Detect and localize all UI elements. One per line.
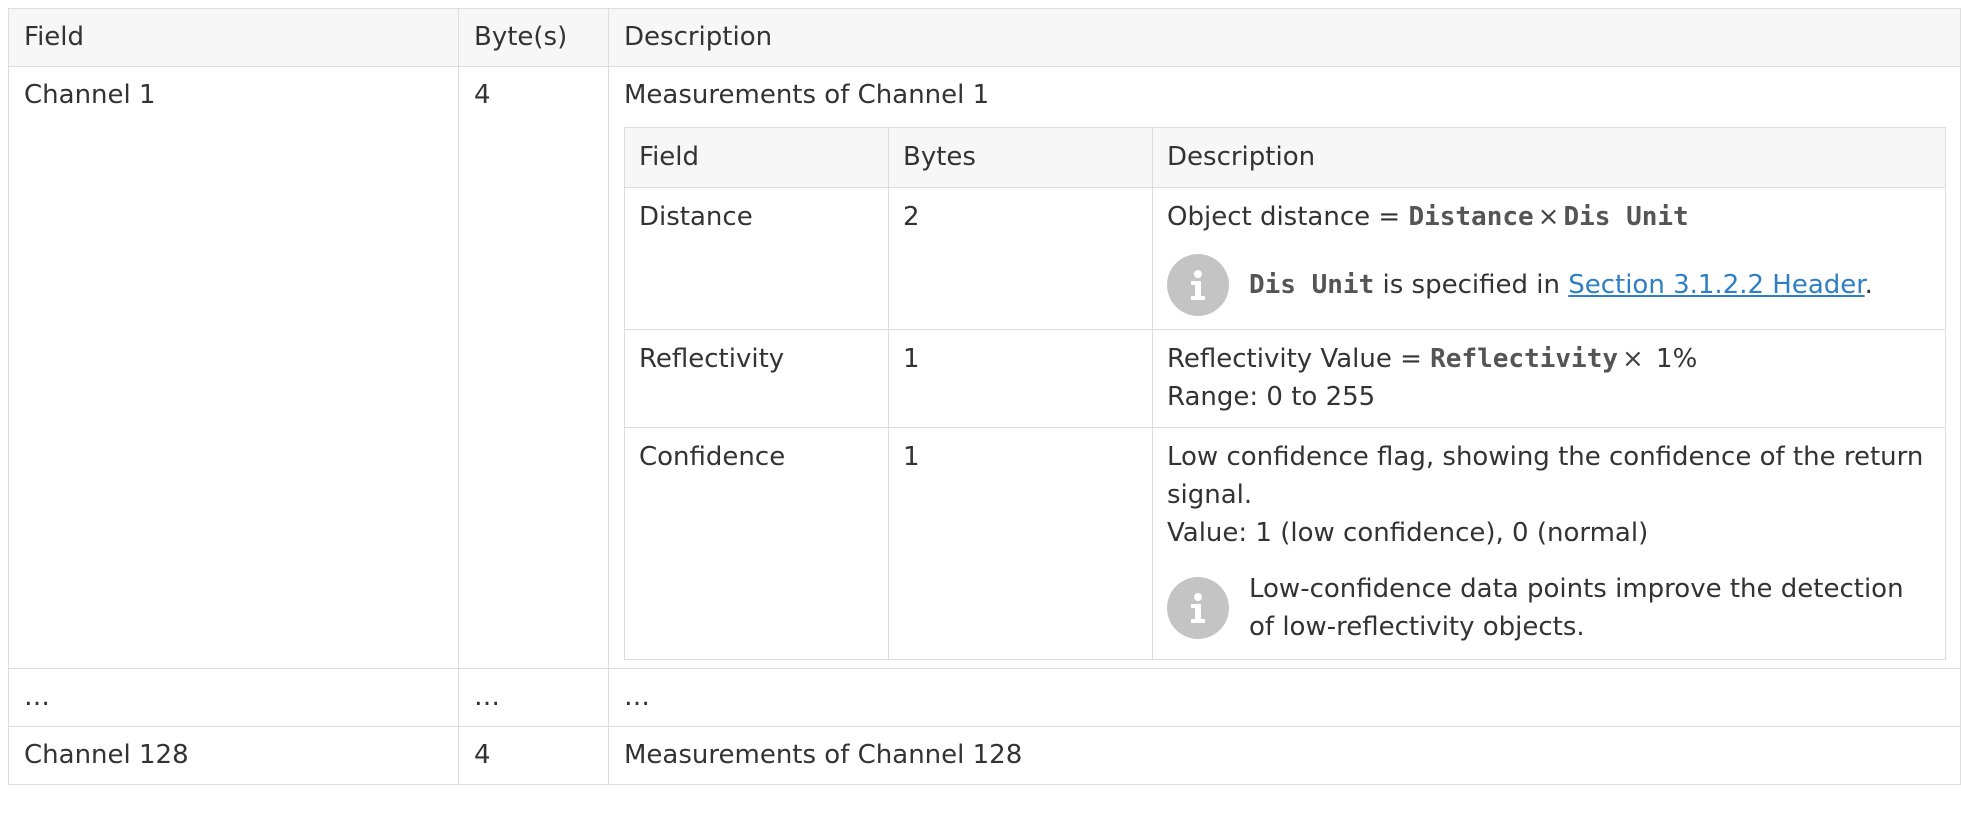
header-field: Field [8, 8, 459, 67]
info-note: Dis Unit is specified in Section 3.1.2.2… [1167, 254, 1931, 316]
note-body: is specified in [1374, 270, 1569, 300]
confidence-value: Value: 1 (low confidence), 0 (normal) [1167, 518, 1649, 548]
inner-cell-description: Reflectivity Value = Reflectivity × 1% Ra… [1152, 329, 1946, 428]
header-bytes: Byte(s) [458, 8, 609, 67]
cell-field: … [8, 668, 459, 727]
table-header-row: Field Byte(s) Description [8, 8, 1961, 67]
cell-field: Channel 128 [8, 726, 459, 785]
cell-description: Measurements of Channel 128 [608, 726, 1961, 785]
inner-header-field: Field [624, 127, 889, 188]
code-dis-unit: Dis Unit [1563, 202, 1689, 232]
inner-row-reflectivity: Reflectivity 1 Reflectivity Value = Refl… [624, 329, 1946, 428]
inner-header-description: Description [1152, 127, 1946, 188]
inner-header-row: Field Bytes Description [624, 127, 1946, 188]
times-symbol: × [1622, 344, 1644, 374]
channel-measurement-table: Field Bytes Description Distance 2 Objec… [624, 127, 1946, 660]
confidence-description: Low confidence flag, showing the confide… [1167, 442, 1924, 510]
distance-formula: Object distance = Distance × Dis Unit [1167, 198, 1931, 236]
header-description: Description [608, 8, 1961, 67]
formula-text: Object distance = [1167, 202, 1409, 232]
formula-text: Reflectivity Value = [1167, 344, 1431, 374]
code-distance: Distance [1408, 202, 1534, 232]
inner-cell-field: Confidence [624, 427, 889, 660]
reflectivity-formula: Reflectivity Value = Reflectivity × 1% [1167, 340, 1931, 378]
table-row-channel-1: Channel 1 4 Measurements of Channel 1 Fi… [8, 66, 1961, 669]
cell-field: Channel 1 [8, 66, 459, 669]
times-symbol: × [1537, 202, 1560, 232]
table-row-ellipsis: … … … [8, 668, 1961, 727]
cell-bytes: 4 [458, 66, 609, 669]
code-dis-unit: Dis Unit [1249, 270, 1375, 300]
inner-row-confidence: Confidence 1 Low confidence flag, showin… [624, 427, 1946, 660]
note-end: . [1864, 270, 1873, 300]
cell-description: … [608, 668, 1961, 727]
cell-bytes: 4 [458, 726, 609, 785]
inner-cell-field: Distance [624, 187, 889, 330]
inner-header-bytes: Bytes [888, 127, 1153, 188]
inner-row-distance: Distance 2 Object distance = Distance × Di… [624, 187, 1946, 330]
inner-cell-description: Object distance = Distance × Dis Unit Dis … [1152, 187, 1946, 330]
code-reflectivity: Reflectivity [1430, 344, 1618, 374]
inner-cell-bytes: 1 [888, 329, 1153, 428]
inner-cell-bytes: 1 [888, 427, 1153, 660]
info-icon [1167, 577, 1229, 639]
inner-cell-bytes: 2 [888, 187, 1153, 330]
formula-suffix: 1% [1647, 344, 1698, 374]
section-header-link[interactable]: Section 3.1.2.2 Header [1568, 270, 1864, 300]
cell-bytes: … [458, 668, 609, 727]
packet-body-table: Field Byte(s) Description Channel 1 4 Me… [8, 8, 1961, 785]
description-text: Measurements of Channel 1 [624, 80, 990, 110]
inner-cell-field: Reflectivity [624, 329, 889, 428]
range-text: Range: 0 to 255 [1167, 382, 1376, 412]
table-row-channel-128: Channel 128 4 Measurements of Channel 12… [8, 726, 1961, 785]
info-icon [1167, 254, 1229, 316]
inner-cell-description: Low confidence flag, showing the confide… [1152, 427, 1946, 660]
info-note: Low-confidence data points improve the d… [1167, 570, 1931, 646]
note-text: Low-confidence data points improve the d… [1249, 574, 1904, 642]
cell-description: Measurements of Channel 1 Field Bytes De… [608, 66, 1961, 669]
note-text: Dis Unit is specified in Section 3.1.2.2… [1249, 266, 1931, 304]
